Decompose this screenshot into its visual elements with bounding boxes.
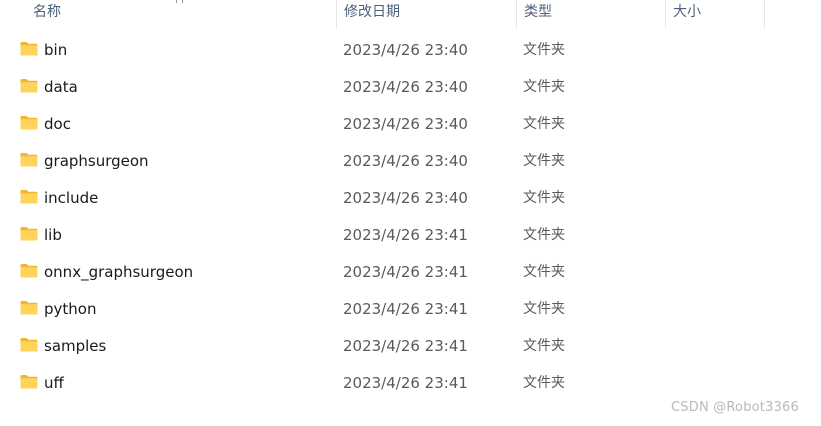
folder-icon [20, 116, 38, 130]
column-header-size[interactable]: 大小 [665, 0, 765, 28]
folder-icon [20, 264, 38, 278]
column-header-bar: 名称 修改日期 类型 大小 [0, 0, 821, 28]
folder-icon [20, 153, 38, 167]
file-row[interactable]: graphsurgeon 2023/4/26 23:40 文件夹 [0, 143, 821, 180]
file-row[interactable]: doc 2023/4/26 23:40 文件夹 [0, 106, 821, 143]
file-explorer-view: 名称 修改日期 类型 大小 bin 2023/4/26 23:40 文件夹 da… [0, 0, 821, 426]
file-type: 文件夹 [523, 190, 565, 206]
file-type: 文件夹 [523, 79, 565, 95]
file-modified-date: 2023/4/26 23:40 [343, 152, 468, 170]
file-row[interactable]: uff 2023/4/26 23:41 文件夹 [0, 365, 821, 402]
folder-icon [20, 190, 38, 204]
file-name[interactable]: data [44, 69, 78, 106]
file-row[interactable]: samples 2023/4/26 23:41 文件夹 [0, 328, 821, 365]
file-type: 文件夹 [523, 301, 565, 317]
file-type: 文件夹 [523, 338, 565, 354]
file-type: 文件夹 [523, 42, 565, 58]
folder-icon [20, 375, 38, 389]
file-name[interactable]: onnx_graphsurgeon [44, 254, 193, 291]
column-header-date[interactable]: 修改日期 [336, 0, 516, 28]
file-modified-date: 2023/4/26 23:41 [343, 300, 468, 318]
file-type: 文件夹 [523, 375, 565, 391]
file-modified-date: 2023/4/26 23:40 [343, 189, 468, 207]
folder-icon [20, 301, 38, 315]
file-type: 文件夹 [523, 227, 565, 243]
folder-icon [20, 227, 38, 241]
file-name[interactable]: samples [44, 328, 106, 365]
column-header-name[interactable]: 名称 [26, 0, 336, 28]
file-type: 文件夹 [523, 153, 565, 169]
file-row[interactable]: include 2023/4/26 23:40 文件夹 [0, 180, 821, 217]
watermark: CSDN @Robot3366 [671, 400, 799, 415]
file-modified-date: 2023/4/26 23:40 [343, 115, 468, 133]
file-type: 文件夹 [523, 116, 565, 132]
folder-icon [20, 338, 38, 352]
folder-icon [20, 42, 38, 56]
file-name[interactable]: include [44, 180, 98, 217]
file-modified-date: 2023/4/26 23:41 [343, 263, 468, 281]
file-row[interactable]: bin 2023/4/26 23:40 文件夹 [0, 32, 821, 69]
file-name[interactable]: lib [44, 217, 62, 254]
file-modified-date: 2023/4/26 23:41 [343, 226, 468, 244]
file-list: bin 2023/4/26 23:40 文件夹 data 2023/4/26 2… [0, 32, 821, 402]
file-modified-date: 2023/4/26 23:41 [343, 374, 468, 392]
file-name[interactable]: python [44, 291, 96, 328]
file-name[interactable]: graphsurgeon [44, 143, 149, 180]
file-name[interactable]: uff [44, 365, 64, 402]
column-header-type[interactable]: 类型 [516, 0, 665, 28]
file-modified-date: 2023/4/26 23:40 [343, 78, 468, 96]
file-row[interactable]: data 2023/4/26 23:40 文件夹 [0, 69, 821, 106]
file-modified-date: 2023/4/26 23:41 [343, 337, 468, 355]
file-row[interactable]: python 2023/4/26 23:41 文件夹 [0, 291, 821, 328]
file-name[interactable]: bin [44, 32, 67, 69]
file-row[interactable]: onnx_graphsurgeon 2023/4/26 23:41 文件夹 [0, 254, 821, 291]
folder-icon [20, 79, 38, 93]
file-name[interactable]: doc [44, 106, 71, 143]
file-type: 文件夹 [523, 264, 565, 280]
file-modified-date: 2023/4/26 23:40 [343, 41, 468, 59]
file-row[interactable]: lib 2023/4/26 23:41 文件夹 [0, 217, 821, 254]
